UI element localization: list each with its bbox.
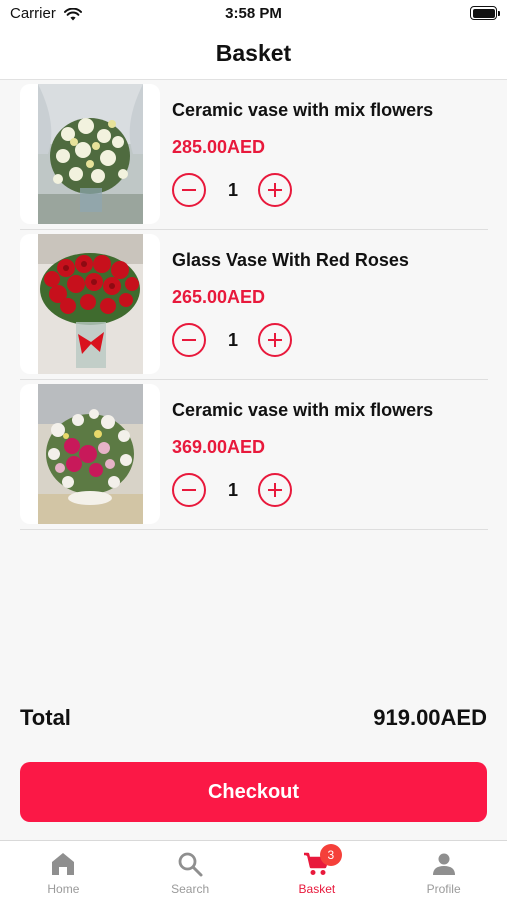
tab-bar: Home Search 3 Basket Profile bbox=[0, 840, 507, 900]
decrease-quantity-button[interactable] bbox=[172, 323, 206, 357]
decrease-quantity-button[interactable] bbox=[172, 473, 206, 507]
product-price: 265.00AED bbox=[172, 287, 266, 307]
status-bar: Carrier 3:58 PM bbox=[0, 0, 507, 28]
product-title[interactable]: Glass Vase With Red Roses bbox=[172, 250, 409, 271]
product-photo bbox=[37, 384, 143, 524]
profile-icon bbox=[432, 853, 455, 875]
nav-bar: Basket bbox=[0, 28, 507, 80]
product-title[interactable]: Ceramic vase with mix flowers bbox=[172, 400, 433, 421]
increase-quantity-button[interactable] bbox=[258, 473, 292, 507]
product-price: 369.00AED bbox=[172, 437, 266, 457]
tab-home[interactable]: Home bbox=[0, 841, 127, 900]
quantity-value: 1 bbox=[227, 180, 238, 200]
cart-count-badge: 3 bbox=[319, 844, 342, 866]
product-thumbnail[interactable] bbox=[20, 384, 160, 524]
quantity-value: 1 bbox=[227, 480, 238, 500]
quantity-stepper: 1 bbox=[172, 323, 312, 357]
increase-quantity-button[interactable] bbox=[258, 323, 292, 357]
search-icon bbox=[178, 852, 203, 877]
tab-search[interactable]: Search bbox=[127, 841, 254, 900]
tab-label: Profile bbox=[426, 882, 461, 896]
battery-icon bbox=[470, 6, 500, 20]
total-row: Total 919.00AED bbox=[20, 705, 487, 731]
tab-label: Search bbox=[171, 882, 210, 896]
tab-basket[interactable]: 3 Basket bbox=[254, 841, 381, 900]
page-title: Basket bbox=[215, 40, 292, 66]
increase-quantity-button[interactable] bbox=[258, 173, 292, 207]
product-photo bbox=[37, 234, 143, 374]
decrease-quantity-button[interactable] bbox=[172, 173, 206, 207]
product-thumbnail[interactable] bbox=[20, 234, 160, 374]
total-value: 919.00AED bbox=[373, 705, 487, 730]
basket-item: Ceramic vase with mix flowers 285.00AED … bbox=[20, 80, 488, 230]
checkout-button[interactable]: Checkout bbox=[20, 762, 487, 822]
quantity-value: 1 bbox=[227, 330, 238, 350]
home-icon bbox=[52, 853, 75, 875]
total-label: Total bbox=[20, 705, 71, 730]
tab-profile[interactable]: Profile bbox=[380, 841, 507, 900]
quantity-stepper: 1 bbox=[172, 173, 312, 207]
quantity-stepper: 1 bbox=[172, 473, 312, 507]
basket-item: Glass Vase With Red Roses 265.00AED 1 bbox=[20, 230, 488, 380]
tab-label: Basket bbox=[298, 882, 336, 896]
tab-label: Home bbox=[47, 882, 80, 896]
basket-item: Ceramic vase with mix flowers 369.00AED … bbox=[20, 380, 488, 530]
basket-list: Ceramic vase with mix flowers 285.00AED … bbox=[20, 80, 488, 530]
product-price: 285.00AED bbox=[172, 137, 266, 157]
product-thumbnail[interactable] bbox=[20, 84, 160, 224]
status-time: 3:58 PM bbox=[225, 5, 282, 22]
product-title[interactable]: Ceramic vase with mix flowers bbox=[172, 100, 433, 121]
product-photo bbox=[37, 84, 143, 224]
